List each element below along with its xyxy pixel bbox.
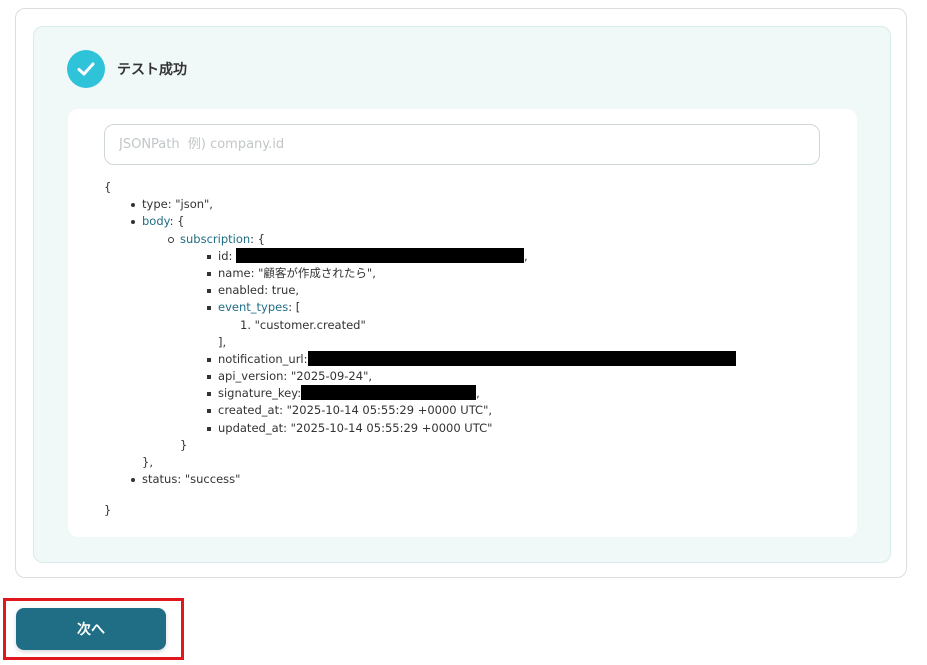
json-event-item: 1. "customer.created"	[240, 317, 366, 332]
json-event-types-close: ],	[218, 334, 227, 349]
json-id-line: id: ,	[207, 247, 736, 265]
jsonpath-input[interactable]	[119, 137, 819, 152]
result-title: テスト成功	[117, 62, 187, 78]
json-enabled-line: enabled: true,	[207, 282, 736, 299]
json-subscription-line[interactable]: subscription: {	[168, 231, 698, 248]
json-subscription-close: }	[180, 437, 188, 452]
result-header: テスト成功	[67, 50, 187, 88]
redacted-id	[236, 247, 525, 263]
result-card: テスト成功 { type: "json", body: { subscripti…	[15, 8, 907, 578]
json-tree: { type: "json", body: { subscription: { …	[104, 179, 736, 520]
json-type-line: type: "json",	[131, 196, 660, 213]
json-output-panel: { type: "json", body: { subscription: { …	[68, 109, 857, 537]
redacted-notification-url	[307, 350, 736, 366]
json-signature-key-line: signature_key:,	[207, 385, 736, 402]
json-notification-url-line: notification_url:	[207, 350, 736, 368]
body-key[interactable]: body	[142, 214, 170, 228]
json-event-types-line[interactable]: event_types: [	[207, 299, 736, 316]
check-icon	[67, 50, 105, 88]
json-updated-at-line: updated_at: "2025-10-14 05:55:29 +0000 U…	[207, 420, 736, 437]
json-open-brace: {	[104, 180, 112, 194]
redacted-signature-key	[301, 385, 477, 401]
subscription-key[interactable]: subscription	[180, 232, 250, 246]
test-result-panel: テスト成功 { type: "json", body: { subscripti…	[33, 26, 891, 563]
json-status-line: status: "success"	[131, 471, 660, 488]
json-name-line: name: "顧客が作成されたら",	[207, 265, 736, 282]
json-body-line[interactable]: body: {	[131, 213, 660, 230]
event-types-key[interactable]: event_types	[218, 300, 288, 314]
json-api-version-line: api_version: "2025-09-24",	[207, 368, 736, 385]
jsonpath-search-box[interactable]	[104, 124, 820, 165]
json-close-brace: }	[104, 503, 112, 518]
json-created-at-line: created_at: "2025-10-14 05:55:29 +0000 U…	[207, 402, 736, 419]
json-body-close: },	[142, 455, 153, 469]
next-button[interactable]: 次へ	[16, 608, 166, 650]
json-spacer	[104, 488, 622, 502]
